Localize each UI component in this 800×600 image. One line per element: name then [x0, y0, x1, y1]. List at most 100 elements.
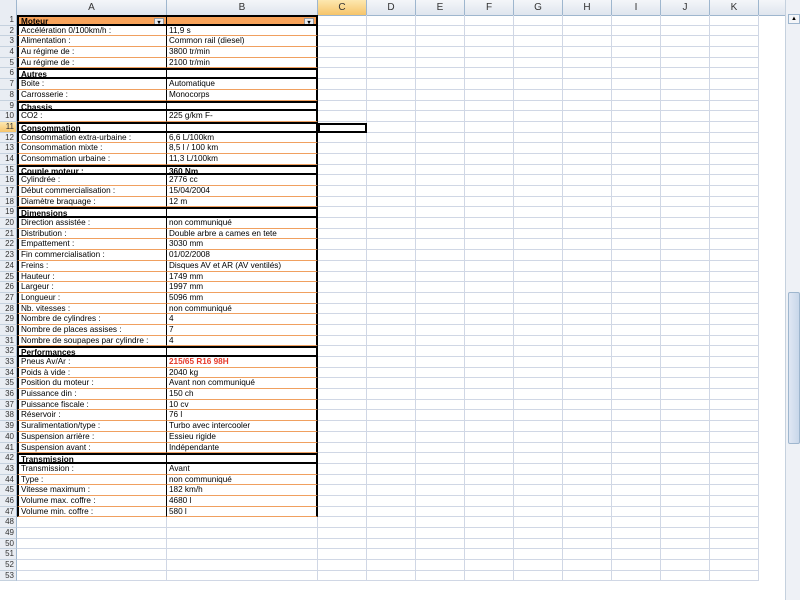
row-header[interactable]: 8: [0, 89, 17, 101]
cell-a[interactable]: Consommation: [17, 121, 167, 133]
cell-a[interactable]: [17, 570, 167, 582]
cell-c[interactable]: [318, 303, 367, 315]
cell-a[interactable]: [17, 549, 167, 561]
cell-g[interactable]: [514, 164, 563, 176]
cell-b[interactable]: 360 Nm: [167, 164, 318, 176]
cell-c[interactable]: [318, 560, 367, 571]
cell-k[interactable]: [710, 271, 759, 283]
cell-c[interactable]: [318, 57, 367, 69]
cell-c[interactable]: [318, 357, 367, 368]
cell-h[interactable]: [563, 111, 612, 122]
cell-h[interactable]: [563, 36, 612, 48]
cell-a[interactable]: Volume max. coffre :: [17, 495, 167, 507]
cell-e[interactable]: [416, 175, 465, 186]
cell-c[interactable]: [318, 164, 367, 176]
row-header[interactable]: 30: [0, 324, 17, 336]
cell-a[interactable]: Direction assistée :: [17, 218, 167, 229]
cell-b[interactable]: ▾: [167, 15, 318, 26]
cell-h[interactable]: [563, 68, 612, 80]
row-header[interactable]: 3: [0, 36, 17, 48]
cell-d[interactable]: [367, 271, 416, 283]
cell-h[interactable]: [563, 506, 612, 518]
cell-f[interactable]: [465, 196, 514, 208]
row-header[interactable]: 50: [0, 538, 17, 550]
cell-k[interactable]: [710, 346, 759, 357]
cell-f[interactable]: [465, 324, 514, 336]
cell-g[interactable]: [514, 100, 563, 112]
cell-k[interactable]: [710, 410, 759, 422]
cell-b[interactable]: Avant non communiqué: [167, 378, 318, 390]
row-header[interactable]: 26: [0, 282, 17, 293]
cell-f[interactable]: [465, 218, 514, 229]
cell-j[interactable]: [661, 207, 710, 219]
cell-a[interactable]: [17, 528, 167, 539]
row-header[interactable]: 47: [0, 506, 17, 518]
cell-k[interactable]: [710, 196, 759, 208]
row-header[interactable]: 35: [0, 378, 17, 390]
cell-f[interactable]: [465, 143, 514, 154]
cell-f[interactable]: [465, 207, 514, 219]
cell-h[interactable]: [563, 335, 612, 347]
cell-k[interactable]: [710, 228, 759, 240]
cell-g[interactable]: [514, 463, 563, 475]
cell-c[interactable]: [318, 485, 367, 496]
cell-b[interactable]: [167, 346, 318, 357]
cell-f[interactable]: [465, 549, 514, 561]
cell-b[interactable]: [167, 570, 318, 582]
cell-f[interactable]: [465, 15, 514, 26]
cell-c[interactable]: [318, 517, 367, 528]
column-header-a[interactable]: A: [17, 0, 167, 15]
cell-a[interactable]: Position du moteur :: [17, 378, 167, 390]
cell-e[interactable]: [416, 324, 465, 336]
cell-e[interactable]: [416, 143, 465, 154]
cell-i[interactable]: [612, 271, 661, 283]
cell-d[interactable]: [367, 250, 416, 261]
cell-d[interactable]: [367, 164, 416, 176]
cell-k[interactable]: [710, 100, 759, 112]
cell-j[interactable]: [661, 111, 710, 122]
row-header[interactable]: 17: [0, 186, 17, 197]
cell-a[interactable]: Type :: [17, 474, 167, 486]
cell-f[interactable]: [465, 292, 514, 304]
cell-d[interactable]: [367, 357, 416, 368]
cell-f[interactable]: [465, 89, 514, 101]
cell-b[interactable]: [167, 560, 318, 571]
cell-i[interactable]: [612, 164, 661, 176]
cell-d[interactable]: [367, 153, 416, 165]
cell-j[interactable]: [661, 282, 710, 293]
row-header[interactable]: 52: [0, 560, 17, 571]
cell-i[interactable]: [612, 79, 661, 90]
cell-h[interactable]: [563, 549, 612, 561]
cell-e[interactable]: [416, 239, 465, 251]
cell-b[interactable]: [167, 121, 318, 133]
cell-i[interactable]: [612, 570, 661, 582]
cell-i[interactable]: [612, 549, 661, 561]
cell-f[interactable]: [465, 389, 514, 400]
cell-c[interactable]: [318, 431, 367, 443]
row-header[interactable]: 16: [0, 175, 17, 186]
cell-c[interactable]: [318, 549, 367, 561]
cell-b[interactable]: 3800 tr/min: [167, 47, 318, 58]
cell-f[interactable]: [465, 453, 514, 464]
cell-f[interactable]: [465, 346, 514, 357]
cell-b[interactable]: [167, 453, 318, 464]
row-header[interactable]: 45: [0, 485, 17, 496]
cell-a[interactable]: Distribution :: [17, 228, 167, 240]
cell-h[interactable]: [563, 143, 612, 154]
cell-k[interactable]: [710, 25, 759, 37]
cell-e[interactable]: [416, 282, 465, 293]
cell-f[interactable]: [465, 175, 514, 186]
cell-a[interactable]: Cylindrée :: [17, 175, 167, 186]
cell-j[interactable]: [661, 68, 710, 80]
cell-e[interactable]: [416, 68, 465, 80]
cell-i[interactable]: [612, 292, 661, 304]
cell-e[interactable]: [416, 186, 465, 197]
cell-d[interactable]: [367, 111, 416, 122]
cell-b[interactable]: Avant: [167, 463, 318, 475]
column-header-c[interactable]: C: [318, 0, 367, 15]
cell-b[interactable]: Disques AV et AR (AV ventilés): [167, 260, 318, 272]
cell-e[interactable]: [416, 335, 465, 347]
cell-d[interactable]: [367, 528, 416, 539]
column-header-e[interactable]: E: [416, 0, 465, 15]
cell-i[interactable]: [612, 218, 661, 229]
